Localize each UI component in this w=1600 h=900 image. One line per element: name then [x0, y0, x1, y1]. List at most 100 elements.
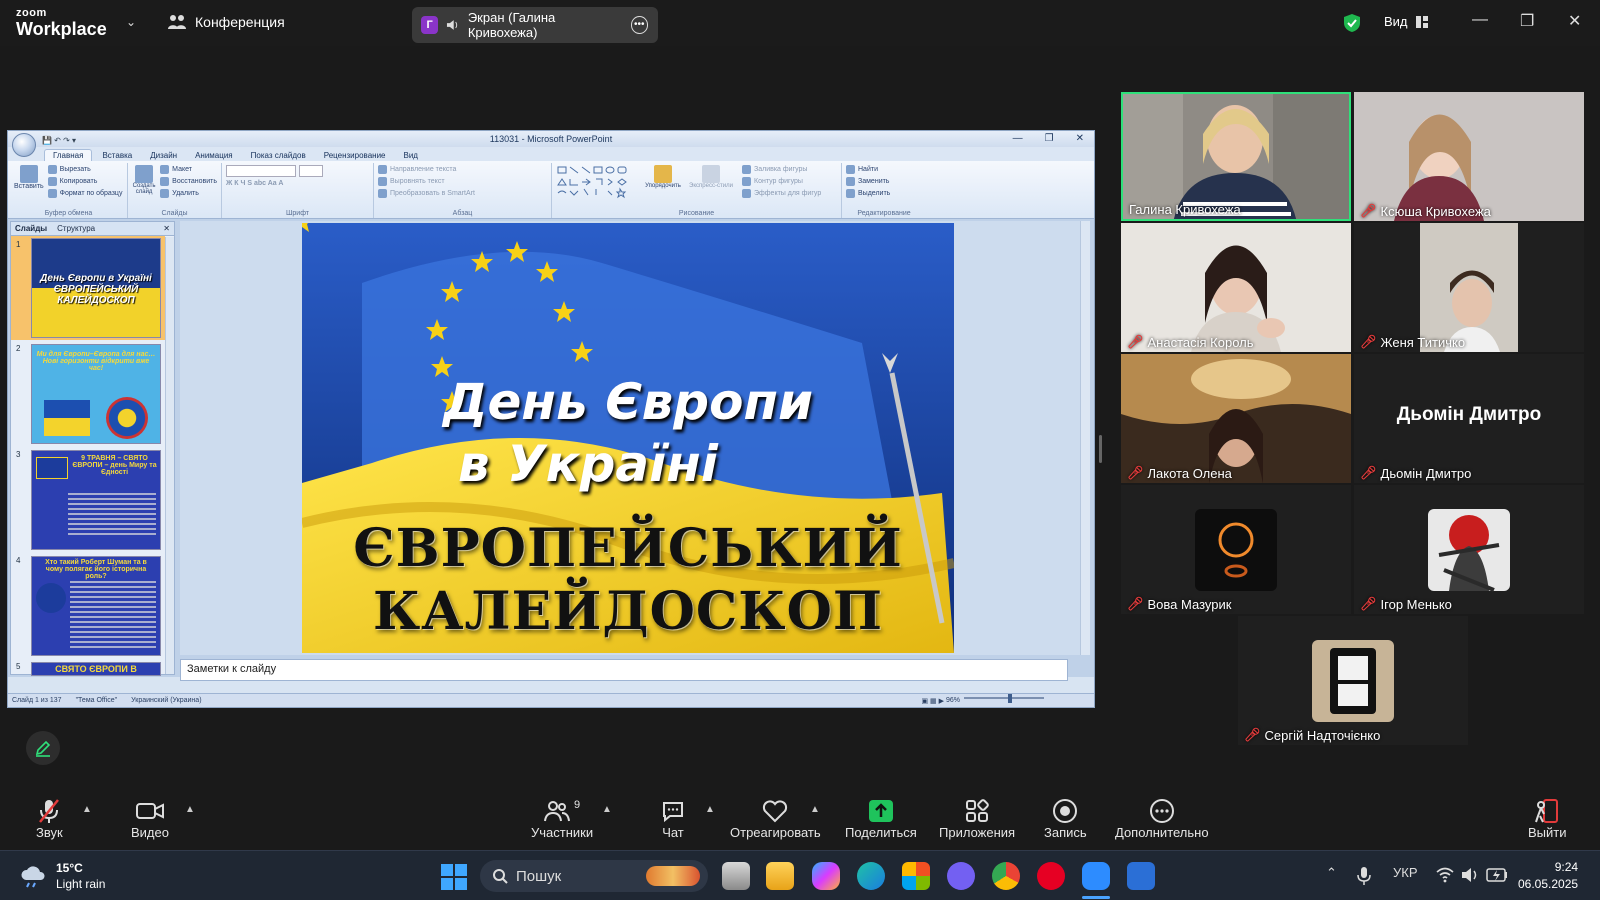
- video-tile[interactable]: 🎤︎ Сергій Надточієнко: [1238, 616, 1468, 745]
- video-tile[interactable]: 🎤︎ Вова Мазурик: [1121, 485, 1351, 614]
- cut-button[interactable]: Вырезать: [47, 165, 123, 174]
- ppt-close-icon[interactable]: ✕: [1076, 131, 1084, 147]
- slide-vertical-scrollbar[interactable]: [1080, 221, 1090, 655]
- windows-start-icon[interactable]: [441, 864, 467, 890]
- video-tile[interactable]: 🎤︎ Анастасія Король: [1121, 223, 1351, 352]
- video-tile[interactable]: 🎤︎ Ігор Менько: [1354, 485, 1584, 614]
- restore-icon[interactable]: ❐: [1520, 11, 1534, 31]
- chevron-down-icon[interactable]: ⌄: [126, 15, 136, 29]
- tab-design[interactable]: Дизайн: [142, 150, 185, 161]
- video-tile[interactable]: Галина Кривохежа: [1121, 92, 1351, 221]
- participants-options-chevron-icon[interactable]: ▲: [602, 804, 612, 815]
- font-name-field[interactable]: [226, 165, 296, 177]
- app-icon[interactable]: [1127, 862, 1155, 890]
- video-tile[interactable]: 🎤︎ Ксюша Кривохежа: [1354, 92, 1584, 221]
- align-text-button[interactable]: Выровнять текст: [378, 177, 547, 186]
- quick-styles-button[interactable]: Экспресс-стили: [686, 165, 736, 201]
- edge-browser-icon[interactable]: [857, 862, 885, 890]
- find-button[interactable]: Найти: [846, 165, 922, 174]
- zoom-slider-thumb[interactable]: [1008, 694, 1012, 703]
- font-size-field[interactable]: [299, 165, 323, 177]
- panel-splitter[interactable]: [1099, 435, 1102, 463]
- task-view-icon[interactable]: [722, 862, 750, 890]
- layout-button[interactable]: Макет: [160, 165, 217, 174]
- audio-button[interactable]: Звук: [36, 797, 63, 840]
- paste-button[interactable]: Вставить: [14, 165, 44, 198]
- shape-fill-button[interactable]: Заливка фигуры: [742, 165, 821, 174]
- slide-notes-field[interactable]: Заметки к слайду: [180, 659, 1068, 681]
- select-button[interactable]: Выделить: [846, 189, 922, 198]
- close-icon[interactable]: ✕: [1568, 11, 1581, 31]
- chat-button[interactable]: Чат: [661, 797, 685, 840]
- zoom-app-icon[interactable]: [1082, 862, 1110, 890]
- more-options-icon[interactable]: •••: [630, 16, 648, 34]
- video-options-chevron-icon[interactable]: ▲: [185, 804, 195, 815]
- view-buttons[interactable]: ▣ ▦ ▶: [921, 697, 944, 705]
- screen-share-pill[interactable]: Г Экран (Галина Кривохежа) •••: [412, 7, 658, 43]
- tab-slideshow[interactable]: Показ слайдов: [243, 150, 314, 161]
- slides-tab[interactable]: Слайды: [15, 224, 47, 233]
- viber-icon[interactable]: [947, 862, 975, 890]
- shapes-gallery-icon[interactable]: [556, 165, 640, 201]
- slide-thumbnail-3[interactable]: 9 ТРАВНЯ – СВЯТО ЄВРОПИ – день Миру та Є…: [31, 450, 161, 550]
- shape-outline-button[interactable]: Контур фигуры: [742, 177, 821, 186]
- file-explorer-icon[interactable]: [766, 862, 794, 890]
- react-button[interactable]: Отреагировать: [730, 797, 821, 840]
- taskbar-search[interactable]: Пошук: [480, 860, 708, 892]
- weather-widget[interactable]: 15°C Light rain: [20, 860, 105, 892]
- current-slide[interactable]: День Європи в Україні ЄВРОПЕЙСЬКИЙ КАЛЕЙ…: [302, 223, 954, 653]
- apps-button[interactable]: Приложения: [939, 797, 1015, 840]
- meeting-info-button[interactable]: Конференция: [168, 14, 285, 30]
- leave-button[interactable]: Выйти: [1528, 797, 1567, 840]
- reset-button[interactable]: Восстановить: [160, 177, 217, 186]
- copilot-icon[interactable]: [812, 862, 840, 890]
- video-tile[interactable]: Дьомін Дмитро 🎤︎ Дьомін Дмитро: [1354, 354, 1584, 483]
- annotate-button[interactable]: [26, 731, 60, 765]
- video-tile[interactable]: 🎤︎ Лакота Олена: [1121, 354, 1351, 483]
- video-tile[interactable]: 🎤︎ Женя Титичко: [1354, 223, 1584, 352]
- react-options-chevron-icon[interactable]: ▲: [810, 804, 820, 815]
- battery-charging-icon[interactable]: [1486, 868, 1508, 882]
- tab-home[interactable]: Главная: [44, 149, 93, 161]
- pane-close-icon[interactable]: ✕: [163, 224, 170, 233]
- tab-insert[interactable]: Вставка: [94, 150, 140, 161]
- tab-review[interactable]: Рецензирование: [316, 150, 394, 161]
- delete-button[interactable]: Удалить: [160, 189, 217, 198]
- share-screen-button[interactable]: Поделиться: [845, 797, 917, 840]
- format-painter-button[interactable]: Формат по образцу: [47, 189, 122, 198]
- copy-button[interactable]: Копировать: [47, 177, 123, 186]
- keyboard-language[interactable]: УКР: [1393, 865, 1418, 880]
- office-button-icon[interactable]: [12, 133, 36, 157]
- new-slide-button[interactable]: Создать слайд: [132, 165, 156, 198]
- font-format-buttons[interactable]: Ж К Ч S abc Aa A: [226, 180, 369, 187]
- security-shield-icon[interactable]: [1343, 13, 1361, 33]
- text-direction-button[interactable]: Направление текста: [378, 165, 547, 174]
- pinterest-icon[interactable]: [1037, 862, 1065, 890]
- tab-animation[interactable]: Анимация: [187, 150, 241, 161]
- replace-button[interactable]: Заменить: [846, 177, 922, 186]
- microsoft-store-icon[interactable]: [902, 862, 930, 890]
- minimize-icon[interactable]: —: [1472, 11, 1488, 29]
- tray-mic-icon[interactable]: [1357, 866, 1371, 886]
- participants-button[interactable]: 9 Участники: [531, 797, 593, 840]
- volume-icon[interactable]: [1461, 867, 1479, 883]
- slide-thumbnail-1[interactable]: День Європи в Україні ЄВРОПЕЙСЬКИЙ КАЛЕЙ…: [31, 238, 161, 338]
- wifi-icon[interactable]: [1436, 867, 1454, 883]
- outline-tab[interactable]: Структура: [57, 224, 95, 233]
- tab-view[interactable]: Вид: [396, 150, 426, 161]
- chrome-icon[interactable]: [992, 862, 1020, 890]
- quick-access-toolbar[interactable]: 💾 ↶ ↷ ▾: [42, 133, 76, 149]
- slide-thumbnail-4[interactable]: Хто такий Роберт Шуман та в чому полягає…: [31, 556, 161, 656]
- ppt-minimize-icon[interactable]: —: [1013, 131, 1023, 147]
- record-button[interactable]: Запись: [1044, 797, 1087, 840]
- slide-thumbnail-5[interactable]: СВЯТО ЄВРОПИ В: [31, 662, 161, 676]
- system-clock[interactable]: 9:24 06.05.2025: [1518, 859, 1578, 893]
- zoom-slider[interactable]: [964, 697, 1044, 699]
- pane-scrollbar[interactable]: [165, 237, 174, 674]
- audio-options-chevron-icon[interactable]: ▲: [82, 804, 92, 815]
- arrange-button[interactable]: Упорядочить: [645, 165, 681, 201]
- video-button[interactable]: Видео: [131, 797, 169, 840]
- smartart-button[interactable]: Преобразовать в SmartArt: [378, 189, 547, 198]
- view-button[interactable]: Вид: [1384, 14, 1428, 29]
- chat-options-chevron-icon[interactable]: ▲: [705, 804, 715, 815]
